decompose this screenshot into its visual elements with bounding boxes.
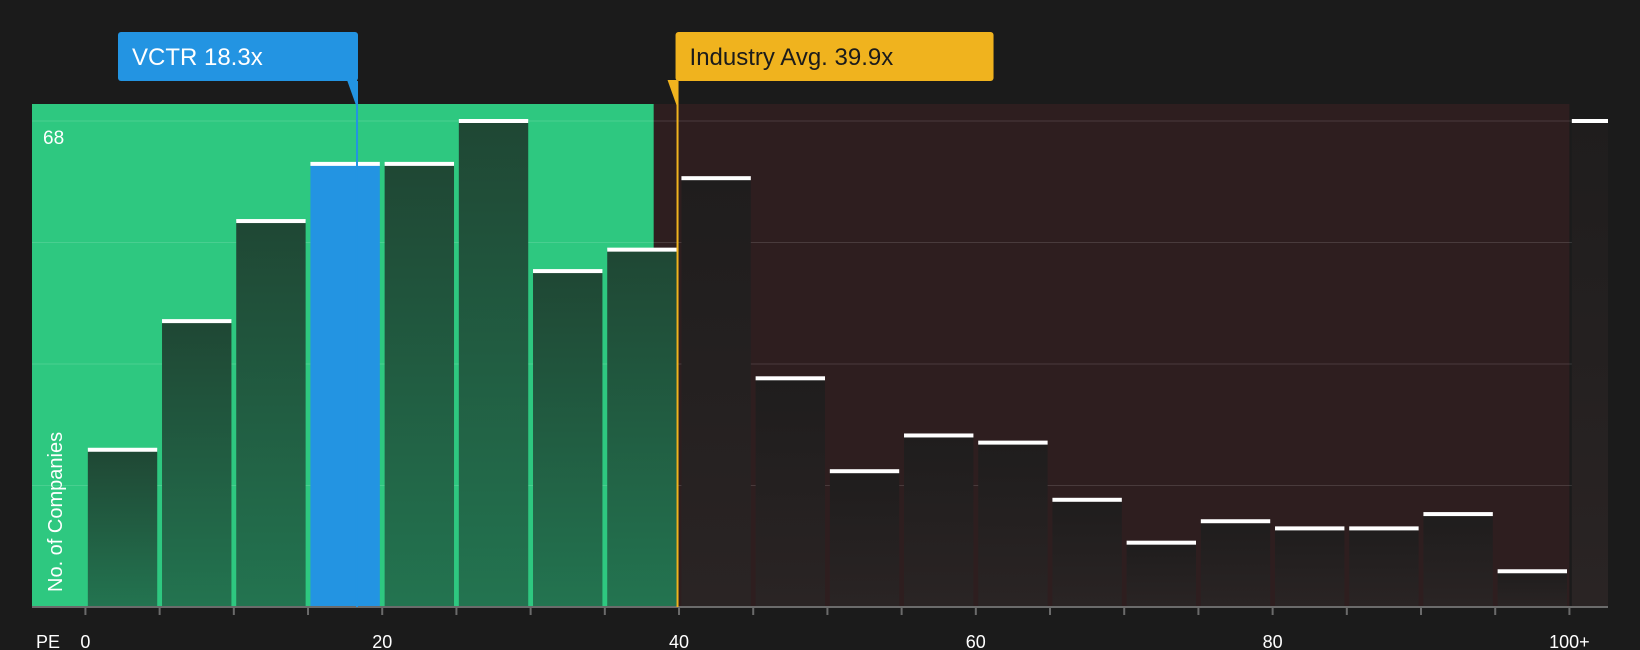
- pe-histogram-chart: 0 20 40 60 80 100+ 68 No. of Companies PE Ind…: [32, 32, 1608, 650]
- bar: [978, 442, 1048, 607]
- bar: [384, 163, 455, 607]
- bar-cap: [310, 161, 380, 166]
- bar: [236, 221, 306, 607]
- y-axis-max-label: 68: [43, 128, 64, 149]
- bar-cap: [1497, 569, 1568, 574]
- bar: [904, 435, 974, 607]
- bar-cap: [236, 219, 306, 224]
- x-tick-label: 100+: [1549, 632, 1590, 650]
- bar-cap: [829, 469, 900, 474]
- bar: [87, 449, 158, 607]
- bar-highlighted: [310, 163, 380, 607]
- bar: [1126, 542, 1197, 607]
- bar-cap: [162, 319, 232, 324]
- bar-cap: [87, 447, 158, 452]
- bar: [458, 121, 529, 607]
- bar-cap: [533, 269, 603, 274]
- bar: [1423, 514, 1493, 607]
- bar-cap: [458, 119, 529, 123]
- x-tick-label: 60: [966, 632, 986, 650]
- callout-label: VCTR 18.3x: [132, 44, 263, 71]
- bar: [1571, 121, 1608, 607]
- bar-cap: [1571, 119, 1608, 123]
- x-tick-label: 40: [669, 632, 689, 650]
- bar: [1052, 499, 1122, 607]
- bar: [1200, 521, 1271, 607]
- bar: [1275, 528, 1345, 607]
- callout-pointer: [346, 80, 357, 108]
- bar-cap: [1126, 540, 1197, 545]
- bar-cap: [978, 440, 1048, 445]
- bar: [755, 378, 826, 607]
- bar-cap: [1200, 519, 1271, 524]
- x-axis-ticks: 0 20 40 60 80 100+: [80, 607, 1590, 650]
- bar: [681, 178, 751, 608]
- bar: [533, 271, 603, 607]
- bar-cap: [681, 176, 751, 181]
- callout-label: Industry Avg. 39.9x: [690, 44, 894, 71]
- bar-cap: [607, 247, 677, 252]
- x-tick-label: 20: [372, 632, 392, 650]
- bar: [1497, 571, 1568, 607]
- bar: [607, 249, 677, 607]
- bar-cap: [1052, 497, 1122, 502]
- bar-cap: [1275, 526, 1345, 531]
- bar: [1349, 528, 1419, 607]
- bar-cap: [384, 161, 455, 166]
- bar-cap: [1423, 512, 1493, 517]
- x-axis-label: PE: [36, 632, 60, 650]
- callout-pointer: [667, 80, 678, 108]
- bar-cap: [1349, 526, 1419, 531]
- y-axis-label: No. of Companies: [45, 432, 67, 592]
- x-tick-label: 80: [1263, 632, 1283, 650]
- x-tick-label: 0: [80, 632, 90, 650]
- bar: [162, 321, 232, 607]
- bar: [829, 471, 900, 607]
- bar-cap: [904, 433, 974, 438]
- bar-cap: [755, 376, 826, 381]
